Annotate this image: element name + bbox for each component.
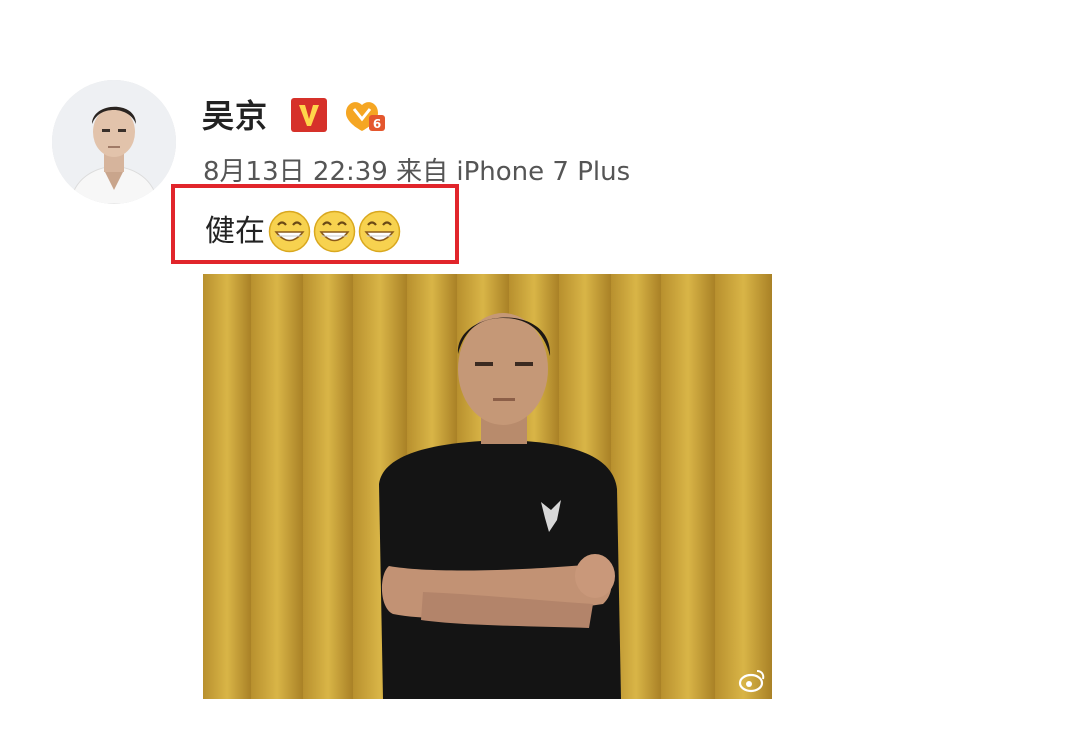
avatar[interactable] — [52, 80, 176, 204]
weibo-post: 吴京 6 8月13日 22:39 来自 iPhone 7 Plus 健在 — [0, 0, 1080, 749]
vip-level-6-badge-icon[interactable]: 6 — [342, 95, 388, 135]
source-prefix: 来自 — [396, 157, 449, 187]
author-name[interactable]: 吴京 — [202, 96, 268, 136]
post-content: 健在 — [205, 209, 402, 254]
source-device[interactable]: iPhone 7 Plus — [456, 157, 630, 187]
post-date: 8月13日 — [203, 157, 305, 187]
v-verified-badge-icon[interactable] — [290, 97, 328, 133]
grin-emoji-icon — [268, 210, 311, 253]
emoji-row — [267, 209, 402, 254]
post-image[interactable] — [203, 274, 772, 699]
post-time: 22:39 — [312, 157, 388, 187]
grin-emoji-icon — [358, 210, 401, 253]
post-text: 健在 — [205, 213, 265, 249]
grin-emoji-icon — [313, 210, 356, 253]
vip-level-number: 6 — [373, 117, 381, 131]
weibo-watermark-icon — [738, 668, 766, 694]
